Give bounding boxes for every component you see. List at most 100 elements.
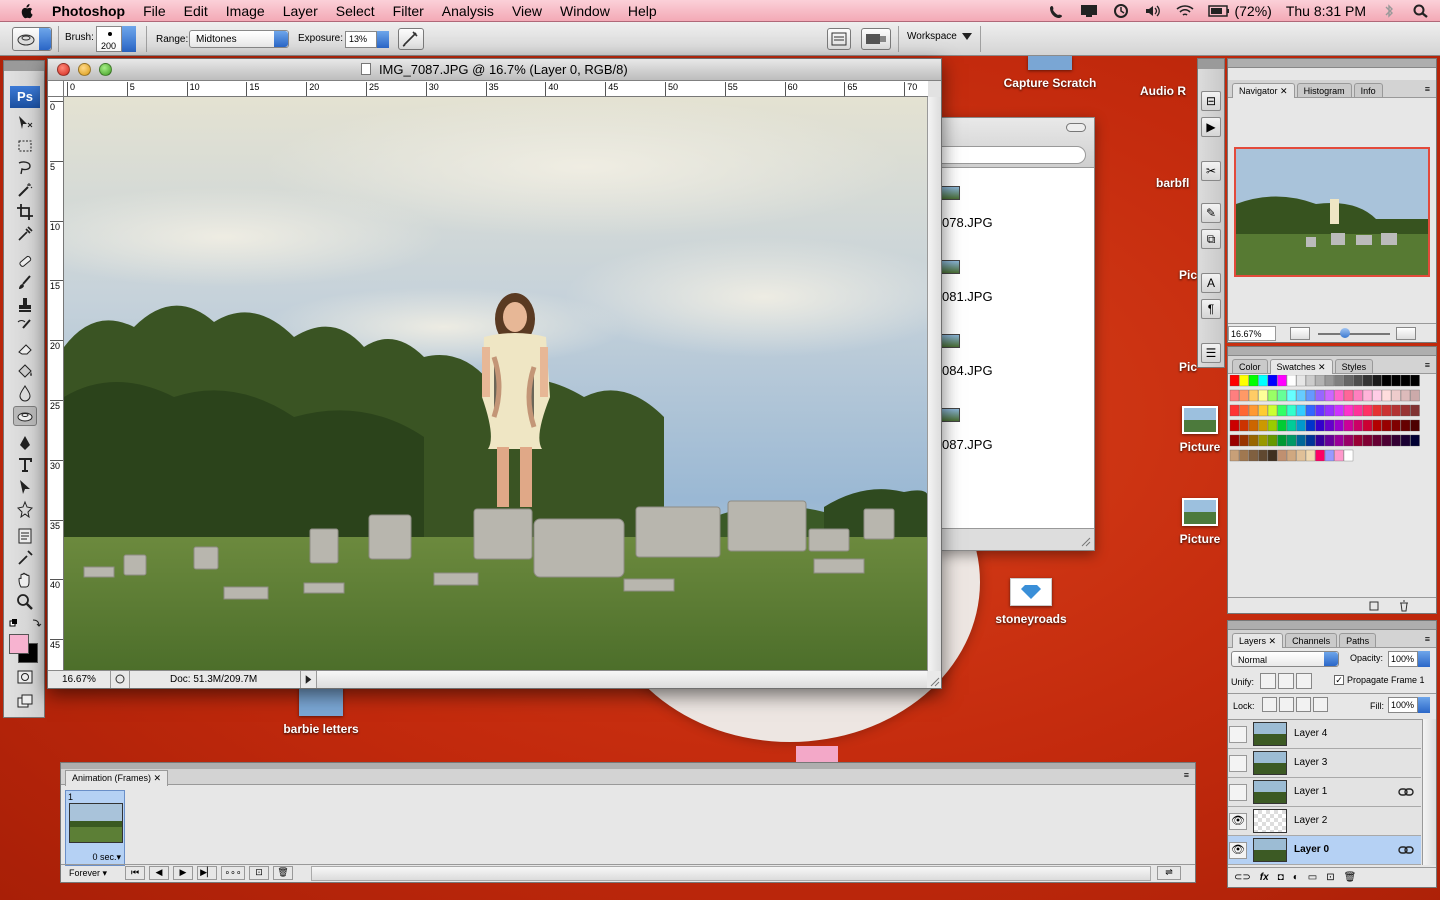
color-swatch[interactable] [1277, 434, 1287, 447]
lasso-tool[interactable] [13, 158, 37, 178]
color-swatch[interactable] [1400, 375, 1411, 387]
color-swatch[interactable] [1239, 404, 1249, 417]
bridge-button[interactable] [861, 28, 891, 50]
foreground-color-swatch[interactable] [9, 634, 29, 654]
tab-layers[interactable]: Layers ✕ [1232, 633, 1284, 648]
zoom-tool[interactable] [13, 592, 37, 612]
color-swatch[interactable] [1305, 449, 1316, 462]
first-frame-icon[interactable]: ⏮ [125, 866, 145, 880]
tab-paths[interactable]: Paths [1339, 633, 1377, 647]
desktop-icon-stoneyroads[interactable]: stoneyroads [985, 578, 1077, 626]
color-swatch[interactable] [1372, 434, 1382, 447]
adjustment-layer-icon[interactable]: ◐ [1293, 872, 1299, 883]
finder-file-item[interactable]: 081.JPG [942, 289, 993, 304]
color-swatch[interactable] [1353, 419, 1363, 432]
color-swatch[interactable] [1267, 449, 1278, 462]
menu-file[interactable]: File [134, 0, 175, 22]
color-swatch[interactable] [1229, 449, 1240, 462]
brush-preset-button[interactable]: 200 [96, 26, 122, 52]
link-icon[interactable] [1398, 845, 1414, 855]
color-swatch[interactable] [1372, 404, 1382, 417]
notes-panel-icon[interactable]: ☰ [1201, 343, 1221, 363]
tab-channels[interactable]: Channels [1285, 633, 1338, 647]
color-swatch[interactable] [1343, 389, 1354, 402]
navigator-preview[interactable] [1234, 147, 1430, 277]
desktop-icon-barbie-letters[interactable]: barbie letters [265, 686, 377, 736]
crop-tool[interactable] [13, 202, 37, 222]
menu-layer[interactable]: Layer [274, 0, 327, 22]
color-swatch[interactable] [1277, 419, 1287, 432]
color-swatch[interactable] [1334, 434, 1344, 447]
vertical-scrollbar[interactable] [927, 97, 941, 671]
propagate-frame-checkbox[interactable]: ✓ Propagate Frame 1 [1334, 675, 1425, 685]
link-icon[interactable] [1398, 787, 1414, 797]
color-swatch[interactable] [1267, 434, 1278, 447]
color-swatch[interactable] [1267, 404, 1278, 417]
horizontal-scrollbar[interactable] [316, 671, 927, 688]
color-swatch[interactable] [1258, 449, 1268, 462]
panel-grip[interactable] [1228, 621, 1436, 630]
layer-mask-icon[interactable]: ◘ [1278, 872, 1284, 883]
healing-brush-tool[interactable] [13, 251, 37, 271]
color-swatch[interactable] [1315, 404, 1325, 417]
menu-select[interactable]: Select [327, 0, 384, 22]
brush-picker-arrow[interactable] [122, 26, 136, 52]
apple-icon[interactable] [16, 1, 36, 21]
color-swatch[interactable] [1258, 434, 1268, 447]
color-swatch[interactable] [1391, 434, 1401, 447]
color-swatch[interactable] [1410, 419, 1420, 432]
color-swatch[interactable] [1324, 434, 1335, 447]
horizontal-ruler[interactable]: 0 5 10 15 20 25 30 35 40 45 50 55 60 65 70 [64, 81, 928, 97]
color-swatch[interactable] [1286, 389, 1297, 402]
color-swatch[interactable] [1353, 389, 1363, 402]
color-swatch[interactable] [1410, 389, 1420, 402]
layer-row-layer-4[interactable]: Layer 4 [1228, 720, 1421, 749]
color-swatch[interactable] [1315, 389, 1325, 402]
panel-grip[interactable] [4, 61, 44, 71]
color-swatch[interactable] [1305, 434, 1316, 447]
convert-to-timeline-icon[interactable]: ⇌ [1157, 866, 1181, 880]
visibility-toggle[interactable] [1229, 755, 1247, 772]
tool-presets-icon[interactable]: ✂ [1201, 161, 1221, 181]
color-swatch[interactable] [1239, 375, 1249, 387]
wifi-icon[interactable] [1176, 4, 1194, 18]
link-layers-icon[interactable]: ⊂⊃ [1234, 872, 1251, 883]
layer-row-layer-2[interactable]: 👁 Layer 2 [1228, 807, 1421, 836]
menu-view[interactable]: View [503, 0, 551, 22]
color-swatch[interactable] [1315, 449, 1325, 462]
new-group-icon[interactable]: ▭ [1308, 872, 1317, 883]
eyedropper-tool[interactable] [13, 224, 37, 244]
color-swatch[interactable] [1296, 404, 1306, 417]
color-swatch[interactable] [1372, 419, 1382, 432]
exposure-input[interactable]: 13% [345, 31, 377, 48]
color-swatch[interactable] [1353, 375, 1363, 387]
color-swatch[interactable] [1267, 419, 1278, 432]
blend-mode-select[interactable]: Normal [1231, 651, 1339, 667]
color-swatch[interactable] [1277, 375, 1287, 387]
status-options-button[interactable] [110, 671, 130, 688]
airbrush-toggle[interactable] [398, 28, 424, 50]
clone-source-icon[interactable]: ⧉ [1201, 229, 1221, 249]
barbie-logo-thumbnail[interactable] [796, 746, 838, 762]
navigator-zoom-input[interactable]: 16.67% [1228, 326, 1276, 341]
zoom-out-button[interactable] [1290, 327, 1310, 340]
new-swatch-icon[interactable] [1368, 600, 1380, 612]
color-swatch[interactable] [1248, 419, 1259, 432]
visibility-toggle[interactable] [1229, 784, 1247, 801]
panel-menu-icon[interactable]: ≡ [1425, 84, 1430, 94]
visibility-toggle-eye-icon[interactable]: 👁 [1229, 842, 1247, 859]
menu-analysis[interactable]: Analysis [433, 0, 503, 22]
color-swatch[interactable] [1315, 419, 1325, 432]
menu-app-name[interactable]: Photoshop [52, 0, 134, 22]
swatch-grid[interactable] [1228, 375, 1424, 475]
history-brush-tool[interactable] [13, 317, 37, 337]
color-swatch[interactable] [1229, 375, 1240, 387]
visibility-toggle-eye-icon[interactable]: 👁 [1229, 813, 1247, 830]
paint-bucket-tool[interactable] [13, 361, 37, 381]
color-swatch[interactable] [1381, 389, 1392, 402]
color-swatch[interactable] [1277, 404, 1287, 417]
color-swatch[interactable] [1400, 434, 1411, 447]
loop-select[interactable]: Forever ▾ [69, 868, 107, 879]
history-panel-icon[interactable]: ⊟ [1201, 91, 1221, 111]
color-swatch[interactable] [1372, 375, 1382, 387]
